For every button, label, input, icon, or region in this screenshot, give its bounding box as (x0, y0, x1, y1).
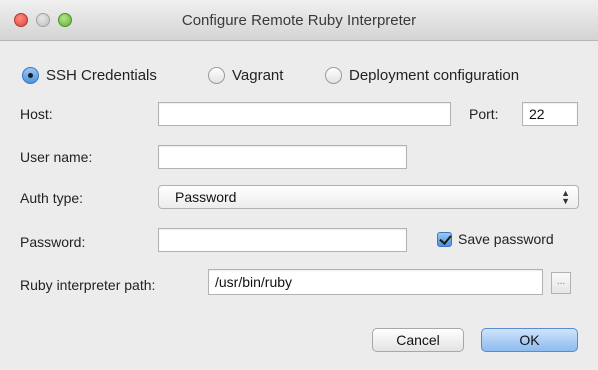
radio-unselected-icon (325, 66, 342, 84)
auth-type-value: Password (175, 189, 237, 205)
select-arrows-icon: ▲ ▼ (561, 188, 570, 206)
port-label: Port: (469, 106, 499, 122)
radio-vagrant-label: Vagrant (232, 66, 284, 84)
radio-vagrant[interactable]: Vagrant (208, 64, 283, 86)
ok-button[interactable]: OK (481, 328, 578, 352)
window-title: Configure Remote Ruby Interpreter (181, 12, 417, 29)
dialog-window: Configure Remote Ruby Interpreter SSH Cr… (0, 0, 598, 370)
host-label: Host: (20, 106, 53, 122)
radio-deployment-configuration[interactable]: Deployment configuration (325, 64, 519, 86)
save-password-checkbox[interactable]: Save password (437, 231, 554, 247)
password-label: Password: (20, 234, 86, 250)
cancel-button[interactable]: Cancel (372, 328, 464, 352)
title-bar: Configure Remote Ruby Interpreter (0, 0, 598, 41)
interpreter-path-input[interactable] (208, 269, 543, 295)
username-label: User name: (20, 149, 93, 165)
username-input[interactable] (158, 145, 407, 169)
radio-selected-icon (22, 66, 39, 84)
auth-type-label: Auth type: (20, 190, 84, 206)
radio-deployment-configuration-label: Deployment configuration (349, 66, 520, 84)
checkmark-icon (437, 231, 452, 247)
auth-type-select[interactable]: Password ▲ ▼ (158, 185, 579, 209)
password-input[interactable] (158, 228, 407, 252)
host-input[interactable] (158, 102, 451, 126)
port-input[interactable] (522, 102, 578, 126)
save-password-label: Save password (458, 231, 554, 247)
radio-ssh-credentials[interactable]: SSH Credentials (22, 64, 157, 86)
radio-unselected-icon (208, 66, 225, 84)
radio-ssh-credentials-label: SSH Credentials (46, 66, 157, 84)
browse-button[interactable]: ... (551, 272, 571, 294)
interpreter-path-label: Ruby interpreter path: (20, 277, 156, 293)
